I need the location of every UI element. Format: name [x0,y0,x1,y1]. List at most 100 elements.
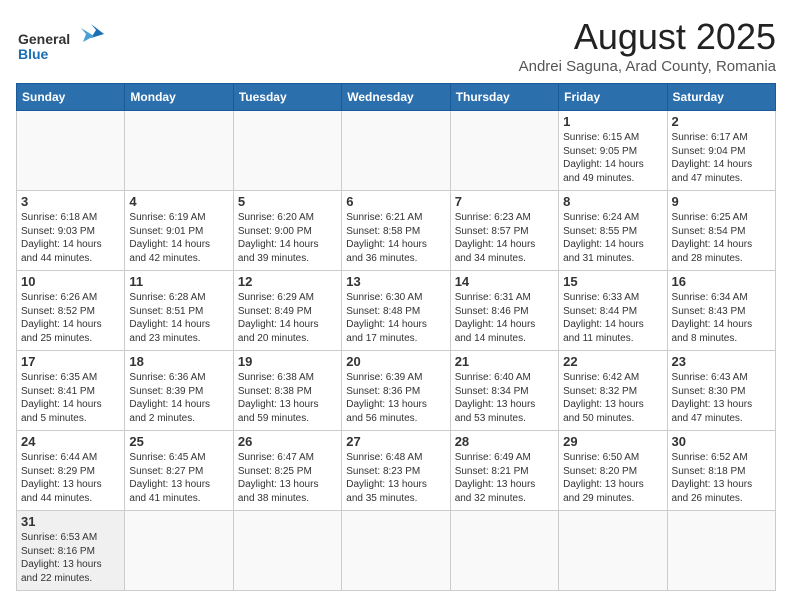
calendar-week-row: 24 Sunrise: 6:44 AMSunset: 8:29 PMDayligh… [17,431,776,511]
calendar-day-cell: 1 Sunrise: 6:15 AMSunset: 9:05 PMDaylight… [559,111,667,191]
day-info: Sunrise: 6:29 AMSunset: 8:49 PMDaylight:… [238,291,337,345]
day-info: Sunrise: 6:19 AMSunset: 9:01 PMDaylight:… [129,211,228,265]
day-info: Sunrise: 6:26 AMSunset: 8:52 PMDaylight:… [21,291,120,345]
day-info: Sunrise: 6:25 AMSunset: 8:54 PMDaylight:… [672,211,771,265]
calendar-day-cell: 25Sunrise: 6:45 AMSunset: 8:27 PMDayligh… [125,431,233,511]
svg-text:General: General [18,31,70,47]
calendar-day-cell: 19Sunrise: 6:38 AMSunset: 8:38 PMDayligh… [233,351,341,431]
calendar-day-cell: 2 Sunrise: 6:17 AMSunset: 9:04 PMDaylight… [667,111,775,191]
col-header-saturday: Saturday [667,84,775,111]
col-header-sunday: Sunday [17,84,125,111]
calendar-week-row: 10 Sunrise: 6:26 AMSunset: 8:52 PMDayligh… [17,271,776,351]
day-number: 11 [129,274,228,289]
day-number: 12 [238,274,337,289]
col-header-friday: Friday [559,84,667,111]
calendar-day-cell: 10 Sunrise: 6:26 AMSunset: 8:52 PMDayligh… [17,271,125,351]
day-info: Sunrise: 6:40 AMSunset: 8:34 PMDaylight:… [455,371,554,425]
day-info: Sunrise: 6:21 AMSunset: 8:58 PMDaylight:… [346,211,445,265]
calendar-day-cell [233,511,341,591]
calendar-day-cell: 30 Sunrise: 6:52 AMSunset: 8:18 PMDayligh… [667,431,775,511]
day-number: 6 [346,194,445,209]
calendar-day-cell [559,511,667,591]
calendar-day-cell: 28 Sunrise: 6:49 AMSunset: 8:21 PMDayligh… [450,431,558,511]
col-header-wednesday: Wednesday [342,84,450,111]
day-number: 22 [563,354,662,369]
day-number: 10 [21,274,120,289]
calendar-day-cell [233,111,341,191]
calendar-day-cell: 31Sunrise: 6:53 AMSunset: 8:16 PMDayligh… [17,511,125,591]
day-number: 29 [563,434,662,449]
calendar-day-cell: 29 Sunrise: 6:50 AMSunset: 8:20 PMDayligh… [559,431,667,511]
day-number: 16 [672,274,771,289]
day-info: Sunrise: 6:49 AMSunset: 8:21 PMDaylight:… [455,451,554,505]
day-info: Sunrise: 6:36 AMSunset: 8:39 PMDaylight:… [129,371,228,425]
day-info: Sunrise: 6:43 AMSunset: 8:30 PMDaylight:… [672,371,771,425]
svg-text:Blue: Blue [18,46,49,62]
day-info: Sunrise: 6:39 AMSunset: 8:36 PMDaylight:… [346,371,445,425]
calendar-day-cell: 9Sunrise: 6:25 AMSunset: 8:54 PMDaylight… [667,191,775,271]
calendar-header-row: SundayMondayTuesdayWednesdayThursdayFrid… [17,84,776,111]
calendar-day-cell: 17Sunrise: 6:35 AMSunset: 8:41 PMDayligh… [17,351,125,431]
calendar-day-cell: 8Sunrise: 6:24 AMSunset: 8:55 PMDaylight… [559,191,667,271]
col-header-monday: Monday [125,84,233,111]
day-info: Sunrise: 6:33 AMSunset: 8:44 PMDaylight:… [563,291,662,345]
day-info: Sunrise: 6:52 AMSunset: 8:18 PMDaylight:… [672,451,771,505]
calendar-week-row: 3Sunrise: 6:18 AMSunset: 9:03 PMDaylight… [17,191,776,271]
day-info: Sunrise: 6:50 AMSunset: 8:20 PMDaylight:… [563,451,662,505]
day-info: Sunrise: 6:17 AMSunset: 9:04 PMDaylight:… [672,131,771,185]
day-info: Sunrise: 6:53 AMSunset: 8:16 PMDaylight:… [21,531,120,585]
day-number: 24 [21,434,120,449]
day-info: Sunrise: 6:15 AMSunset: 9:05 PMDaylight:… [563,131,662,185]
day-info: Sunrise: 6:30 AMSunset: 8:48 PMDaylight:… [346,291,445,345]
calendar-subtitle: Andrei Saguna, Arad County, Romania [519,58,776,75]
calendar-day-cell: 6 Sunrise: 6:21 AMSunset: 8:58 PMDaylight… [342,191,450,271]
calendar-day-cell [17,111,125,191]
logo: General Blue [16,16,106,66]
calendar-day-cell: 18Sunrise: 6:36 AMSunset: 8:39 PMDayligh… [125,351,233,431]
day-number: 2 [672,114,771,129]
day-number: 20 [346,354,445,369]
day-number: 23 [672,354,771,369]
calendar-table: SundayMondayTuesdayWednesdayThursdayFrid… [16,83,776,591]
day-info: Sunrise: 6:48 AMSunset: 8:23 PMDaylight:… [346,451,445,505]
calendar-day-cell: 26 Sunrise: 6:47 AMSunset: 8:25 PMDayligh… [233,431,341,511]
calendar-week-row: 31Sunrise: 6:53 AMSunset: 8:16 PMDayligh… [17,511,776,591]
day-number: 4 [129,194,228,209]
calendar-day-cell: 15 Sunrise: 6:33 AMSunset: 8:44 PMDayligh… [559,271,667,351]
calendar-title: August 2025 [519,16,776,58]
day-number: 13 [346,274,445,289]
day-info: Sunrise: 6:34 AMSunset: 8:43 PMDaylight:… [672,291,771,345]
day-number: 26 [238,434,337,449]
day-info: Sunrise: 6:38 AMSunset: 8:38 PMDaylight:… [238,371,337,425]
col-header-tuesday: Tuesday [233,84,341,111]
calendar-day-cell: 12 Sunrise: 6:29 AMSunset: 8:49 PMDayligh… [233,271,341,351]
day-info: Sunrise: 6:28 AMSunset: 8:51 PMDaylight:… [129,291,228,345]
day-info: Sunrise: 6:20 AMSunset: 9:00 PMDaylight:… [238,211,337,265]
day-info: Sunrise: 6:44 AMSunset: 8:29 PMDaylight:… [21,451,120,505]
calendar-day-cell: 13 Sunrise: 6:30 AMSunset: 8:48 PMDayligh… [342,271,450,351]
day-number: 27 [346,434,445,449]
calendar-day-cell: 23 Sunrise: 6:43 AMSunset: 8:30 PMDayligh… [667,351,775,431]
day-number: 7 [455,194,554,209]
calendar-day-cell: 14Sunrise: 6:31 AMSunset: 8:46 PMDayligh… [450,271,558,351]
calendar-day-cell: 5Sunrise: 6:20 AMSunset: 9:00 PMDaylight… [233,191,341,271]
col-header-thursday: Thursday [450,84,558,111]
calendar-day-cell: 21Sunrise: 6:40 AMSunset: 8:34 PMDayligh… [450,351,558,431]
calendar-day-cell: 22Sunrise: 6:42 AMSunset: 8:32 PMDayligh… [559,351,667,431]
day-info: Sunrise: 6:31 AMSunset: 8:46 PMDaylight:… [455,291,554,345]
title-area: August 2025 Andrei Saguna, Arad County, … [519,16,776,75]
calendar-day-cell: 3Sunrise: 6:18 AMSunset: 9:03 PMDaylight… [17,191,125,271]
day-number: 28 [455,434,554,449]
calendar-day-cell: 7 Sunrise: 6:23 AMSunset: 8:57 PMDaylight… [450,191,558,271]
day-info: Sunrise: 6:47 AMSunset: 8:25 PMDaylight:… [238,451,337,505]
day-info: Sunrise: 6:45 AMSunset: 8:27 PMDaylight:… [129,451,228,505]
day-number: 17 [21,354,120,369]
day-info: Sunrise: 6:23 AMSunset: 8:57 PMDaylight:… [455,211,554,265]
calendar-day-cell [125,511,233,591]
calendar-week-row: 17Sunrise: 6:35 AMSunset: 8:41 PMDayligh… [17,351,776,431]
day-number: 1 [563,114,662,129]
day-number: 30 [672,434,771,449]
generalblue-logo-icon: General Blue [16,16,106,66]
day-number: 3 [21,194,120,209]
day-number: 15 [563,274,662,289]
